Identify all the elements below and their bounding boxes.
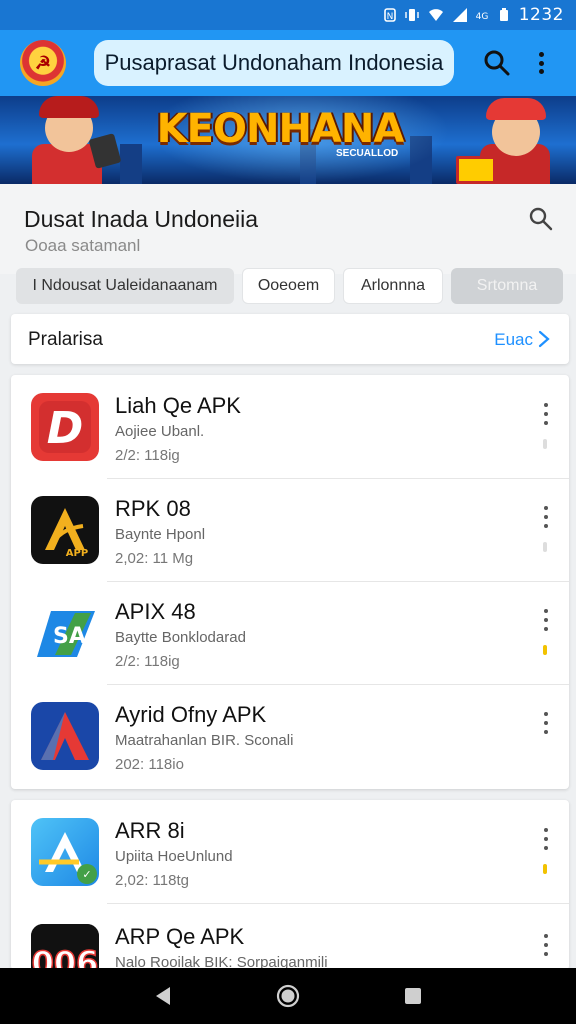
app-developer: Maatrahanlan BIR. Sconali xyxy=(115,732,294,749)
app-developer: Baytte Bonklodarad xyxy=(115,629,246,646)
system-nav-bar xyxy=(0,968,576,1024)
building-decor xyxy=(120,144,142,184)
chevron-right-icon[interactable] xyxy=(537,330,551,348)
app-list-card: ✓ ARR 8i Upiita HoeUnlund 2,02: 118tg 00… xyxy=(11,800,569,970)
status-time: 1232 xyxy=(518,5,564,25)
status-indicator xyxy=(543,542,547,552)
status-indicator xyxy=(543,439,547,449)
red-d-app-icon: D xyxy=(31,393,99,461)
filter-chip-1[interactable]: I Ndousat Ualeidanaanam xyxy=(16,268,234,304)
more-vert-icon[interactable] xyxy=(541,828,551,850)
featured-label: Pralarisa xyxy=(28,329,103,350)
filter-chip-2[interactable]: Ooeoem xyxy=(242,268,335,304)
svg-text:N: N xyxy=(386,12,393,22)
status-indicator xyxy=(543,864,547,874)
more-vert-icon[interactable] xyxy=(541,403,551,425)
promo-banner[interactable]: KEONHANA SECUALLOD xyxy=(0,96,576,184)
app-title[interactable]: Pusaprasat Undonaham Indonesia xyxy=(94,40,454,86)
wifi-icon xyxy=(428,9,443,21)
app-bar: ☭ Pusaprasat Undonaham Indonesia xyxy=(0,30,576,96)
vibrate-icon xyxy=(405,9,419,21)
svg-text:4G: 4G xyxy=(475,12,488,22)
see-all-link[interactable]: Euac xyxy=(494,330,533,350)
gold-a-app-icon: APP xyxy=(31,496,99,564)
filter-chip-4[interactable]: Srtomna xyxy=(451,268,563,304)
app-list-item[interactable]: ✓ ARR 8i Upiita HoeUnlund 2,02: 118tg xyxy=(11,800,569,904)
006-app-icon: 006 xyxy=(31,924,99,970)
character-right-illustration xyxy=(456,96,566,184)
app-title: RPK 08 xyxy=(115,496,191,521)
more-vert-icon[interactable] xyxy=(541,506,551,528)
app-list-item[interactable]: Ayrid Ofny APK Maatrahanlan BIR. Sconali… xyxy=(11,684,569,788)
filter-chip-3[interactable]: Arlonnna xyxy=(343,268,443,304)
more-vert-icon[interactable] xyxy=(541,934,551,956)
app-list-item[interactable]: APP RPK 08 Baynte Hponl 2,02: 11 Mg xyxy=(11,478,569,582)
svg-text:APP: APP xyxy=(66,548,88,559)
character-left-illustration xyxy=(10,96,122,184)
triangle-a-app-icon xyxy=(31,702,99,770)
app-title: APIX 48 xyxy=(115,599,196,624)
app-list-item[interactable]: 006 ARP Qe APK Nalo Rooilak BIK: Sorpaig… xyxy=(11,906,569,970)
app-developer: Aojiee Ubanl. xyxy=(115,423,205,440)
green-a-app-icon: SA xyxy=(31,599,99,667)
app-title: ARR 8i xyxy=(115,818,185,843)
section-subtitle: Ooaa satamanl xyxy=(25,236,141,255)
back-icon[interactable] xyxy=(150,983,176,1009)
battery-icon xyxy=(499,8,508,21)
home-icon[interactable] xyxy=(275,983,301,1009)
featured-header: Pralarisa Euac xyxy=(11,314,569,364)
recents-icon[interactable] xyxy=(400,983,426,1009)
search-icon[interactable] xyxy=(528,206,554,232)
svg-text:✓: ✓ xyxy=(82,868,91,881)
more-vert-icon[interactable] xyxy=(541,712,551,734)
app-meta: 2,02: 11 Mg xyxy=(115,550,194,567)
nfc-icon: N xyxy=(383,8,396,22)
app-title: Liah Qe APK xyxy=(115,393,241,418)
more-vert-icon[interactable] xyxy=(541,609,551,631)
app-developer: Baynte Hponl xyxy=(115,526,206,543)
section-header: Dusat Inada Undoneiia Ooaa satamanl xyxy=(0,184,576,274)
svg-text:D: D xyxy=(47,403,84,454)
app-meta: 202: 118io xyxy=(115,756,184,773)
app-meta: 2/2: 118ig xyxy=(115,447,180,464)
data-icon: 4G xyxy=(475,12,488,22)
more-vert-icon[interactable] xyxy=(536,48,546,78)
signal-icon xyxy=(452,8,467,22)
banner-subtitle: SECUALLOD xyxy=(336,148,399,159)
banner-title: KEONHANA xyxy=(156,106,405,152)
blue-a-app-icon: ✓ xyxy=(31,818,99,886)
app-meta: 2,02: 118tg xyxy=(115,872,189,889)
status-indicator xyxy=(543,645,547,655)
search-icon[interactable] xyxy=(482,48,512,78)
app-list-card: D Liah Qe APK Aojiee Ubanl. 2/2: 118ig A… xyxy=(11,375,569,789)
emblem-logo: ☭ xyxy=(20,40,66,86)
app-developer: Upiita HoeUnlund xyxy=(115,848,233,865)
app-list-item[interactable]: D Liah Qe APK Aojiee Ubanl. 2/2: 118ig xyxy=(11,375,569,479)
status-bar: N 4G 1232 xyxy=(0,0,576,30)
app-list-item[interactable]: SA APIX 48 Baytte Bonklodarad 2/2: 118ig xyxy=(11,581,569,685)
app-title: ARP Qe APK xyxy=(115,924,245,949)
app-meta: 2/2: 118ig xyxy=(115,653,180,670)
svg-text:006: 006 xyxy=(32,944,99,970)
app-title: Ayrid Ofny APK xyxy=(115,702,267,727)
svg-text:SA: SA xyxy=(53,624,86,649)
section-title: Dusat Inada Undoneiia xyxy=(24,206,258,232)
